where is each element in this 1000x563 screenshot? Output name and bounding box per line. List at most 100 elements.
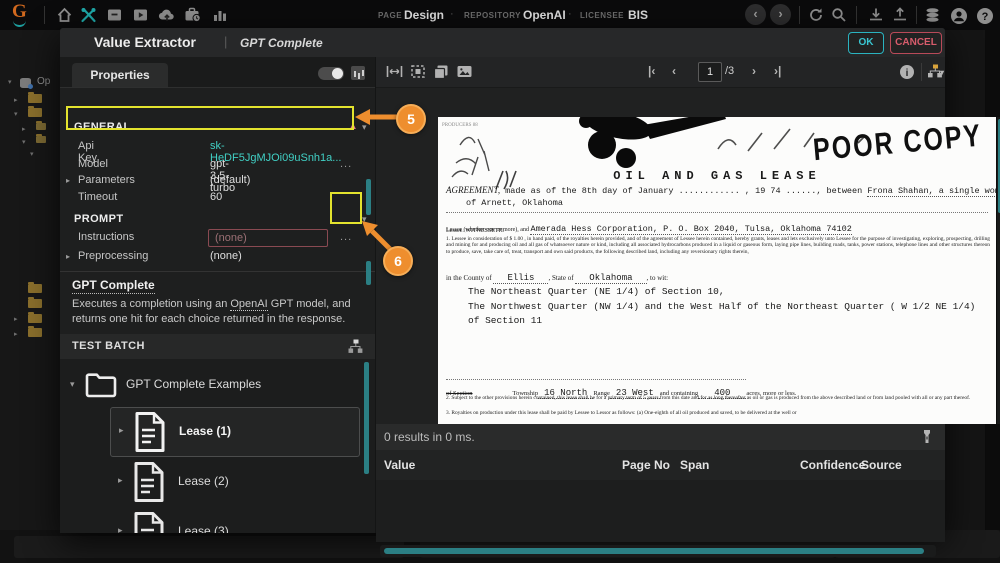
folder-icon xyxy=(85,373,117,398)
tree-item-label[interactable]: Lease (3) xyxy=(178,524,229,533)
upload-icon[interactable] xyxy=(892,7,908,28)
chevron-collapse-icon[interactable]: ▾ xyxy=(362,214,367,225)
column-header[interactable]: Source xyxy=(861,458,902,472)
layers-icon[interactable] xyxy=(433,64,449,84)
refresh-icon[interactable] xyxy=(808,7,824,28)
page-value[interactable]: Design xyxy=(404,8,444,22)
chevron-down-icon[interactable]: ▾ xyxy=(940,68,944,77)
column-header[interactable]: Confidence xyxy=(800,458,865,472)
licensee-value[interactable]: BIS xyxy=(628,8,648,22)
expand-arrow-icon[interactable]: ▸ xyxy=(66,252,70,261)
box-archive-icon[interactable] xyxy=(106,7,123,28)
cancel-button[interactable]: CANCEL xyxy=(890,32,942,54)
column-header[interactable]: Value xyxy=(384,458,415,472)
tree-item-label[interactable]: Lease (2) xyxy=(178,474,229,488)
scrollbar-thumb[interactable] xyxy=(366,179,371,215)
page-number-input[interactable]: 1 xyxy=(698,62,722,82)
preprocessing-value[interactable]: (none) xyxy=(210,250,242,262)
document-page[interactable]: PRODUCERS 88 POOR COPY OIL AND GAS LEASE… xyxy=(438,117,996,424)
dialog-header: Value Extractor | GPT Complete OK CANCEL xyxy=(60,28,945,57)
prev-page-icon[interactable]: ‹ xyxy=(672,64,676,78)
info-icon[interactable]: i xyxy=(899,64,915,85)
test-batch-tree: ▾ GPT Complete Examples ▸ Lease (1) ▸ Le… xyxy=(60,359,375,533)
home-icon[interactable] xyxy=(56,7,73,28)
agreement-line: AGREEMENT, made as of the 8th day of Jan… xyxy=(446,185,996,197)
chart-toggle-icon[interactable] xyxy=(351,66,365,80)
column-header[interactable]: Span xyxy=(680,458,709,472)
tree-folder-row[interactable]: ▾ GPT Complete Examples xyxy=(60,367,375,407)
county-line: in the County of Ellis, State of Oklahom… xyxy=(446,273,669,284)
section-prompt[interactable]: PROMPT xyxy=(74,213,123,225)
grooper-logo-icon[interactable]: G xyxy=(12,1,27,27)
tree-item-lease-3[interactable]: ▸ Lease (3) xyxy=(110,509,358,533)
instructions-more-button[interactable]: ... xyxy=(340,231,352,243)
folder-icon xyxy=(28,312,42,323)
expand-arrow-icon[interactable]: ▾ xyxy=(70,379,75,390)
instructions-value: (none) xyxy=(215,232,247,244)
highlight-box-api-key xyxy=(66,106,354,130)
expand-arrow-icon: ▾ xyxy=(8,79,12,86)
download-icon[interactable] xyxy=(868,7,884,28)
help-description: Executes a completion using an OpenAI GP… xyxy=(72,298,351,325)
instructions-input[interactable]: (none) xyxy=(208,229,328,247)
timeout-label: Timeout xyxy=(78,191,118,203)
help-icon[interactable]: ? xyxy=(976,7,994,30)
expand-arrow-icon: ▸ xyxy=(14,316,18,323)
title-divider: | xyxy=(224,34,228,49)
help-title[interactable]: GPT Complete xyxy=(72,278,155,294)
scrollbar-thumb[interactable] xyxy=(366,261,371,285)
tree-folder-label[interactable]: GPT Complete Examples xyxy=(126,377,261,391)
results-table-body xyxy=(376,480,945,542)
ok-button[interactable]: OK xyxy=(848,32,884,54)
svg-text:i: i xyxy=(906,68,909,79)
box-play-icon[interactable] xyxy=(132,7,149,28)
chevron-collapse-icon[interactable]: ▾ xyxy=(362,122,367,133)
expand-arrow-icon: ▸ xyxy=(14,331,18,338)
licensee-label: LICENSEE xyxy=(580,11,625,20)
tract-description: The Northeast Quarter (NE 1/4) of Sectio… xyxy=(468,285,975,329)
form-rule xyxy=(446,379,746,380)
expand-arrow-icon[interactable]: ▸ xyxy=(118,525,123,533)
folder-icon xyxy=(28,326,42,337)
tree-item-label[interactable]: Lease (1) xyxy=(179,424,231,438)
expand-arrow-icon: ▸ xyxy=(22,126,26,133)
forward-icon[interactable]: › xyxy=(770,4,791,25)
cloud-upload-icon[interactable] xyxy=(158,7,176,28)
expand-arrow-icon[interactable]: ▸ xyxy=(118,475,123,486)
briefcase-clock-icon[interactable] xyxy=(184,7,202,28)
tools-icon[interactable] xyxy=(80,7,97,28)
tree-item-lease-1[interactable]: ▸ Lease (1) xyxy=(110,407,360,457)
back-icon[interactable]: ‹ xyxy=(745,4,766,25)
select-region-icon[interactable] xyxy=(410,64,426,84)
next-page-icon[interactable]: › xyxy=(752,64,756,78)
folder-icon xyxy=(36,121,46,130)
hierarchy-icon[interactable] xyxy=(348,339,363,354)
first-page-icon[interactable]: |‹ xyxy=(648,64,655,78)
model-more-button[interactable]: ... xyxy=(340,158,352,170)
bar-chart-icon[interactable] xyxy=(212,7,228,28)
column-header[interactable]: Page No xyxy=(622,458,670,472)
divider xyxy=(44,6,45,24)
results-table-header: Value Page No Span Confidence Source xyxy=(376,450,945,481)
repository-value[interactable]: OpenAI xyxy=(523,8,566,22)
expand-arrow-icon: ▾ xyxy=(22,139,26,146)
image-icon[interactable] xyxy=(456,64,473,84)
database-icon[interactable] xyxy=(924,7,941,28)
search-icon[interactable] xyxy=(831,7,847,28)
expand-arrow-icon[interactable]: ▸ xyxy=(66,176,70,185)
timeout-value[interactable]: 60 xyxy=(210,191,222,203)
flashlight-icon[interactable] xyxy=(921,429,933,445)
properties-toggle[interactable] xyxy=(318,67,344,80)
scrollbar-thumb[interactable] xyxy=(364,362,369,474)
expand-arrow-icon[interactable]: ▸ xyxy=(119,425,124,436)
horizontal-scrollbar[interactable] xyxy=(380,545,936,557)
last-page-icon[interactable]: ›| xyxy=(774,64,781,78)
tree-item-lease-2[interactable]: ▸ Lease (2) xyxy=(110,459,358,505)
parameters-value[interactable]: (default) xyxy=(210,174,250,186)
openai-link[interactable]: OpenAI xyxy=(230,298,268,311)
bg-panel xyxy=(14,536,404,558)
user-icon[interactable] xyxy=(950,7,968,30)
fit-width-icon[interactable] xyxy=(386,64,403,84)
tab-properties[interactable]: Properties xyxy=(72,63,168,87)
expand-arrow-icon: ▾ xyxy=(14,111,18,118)
